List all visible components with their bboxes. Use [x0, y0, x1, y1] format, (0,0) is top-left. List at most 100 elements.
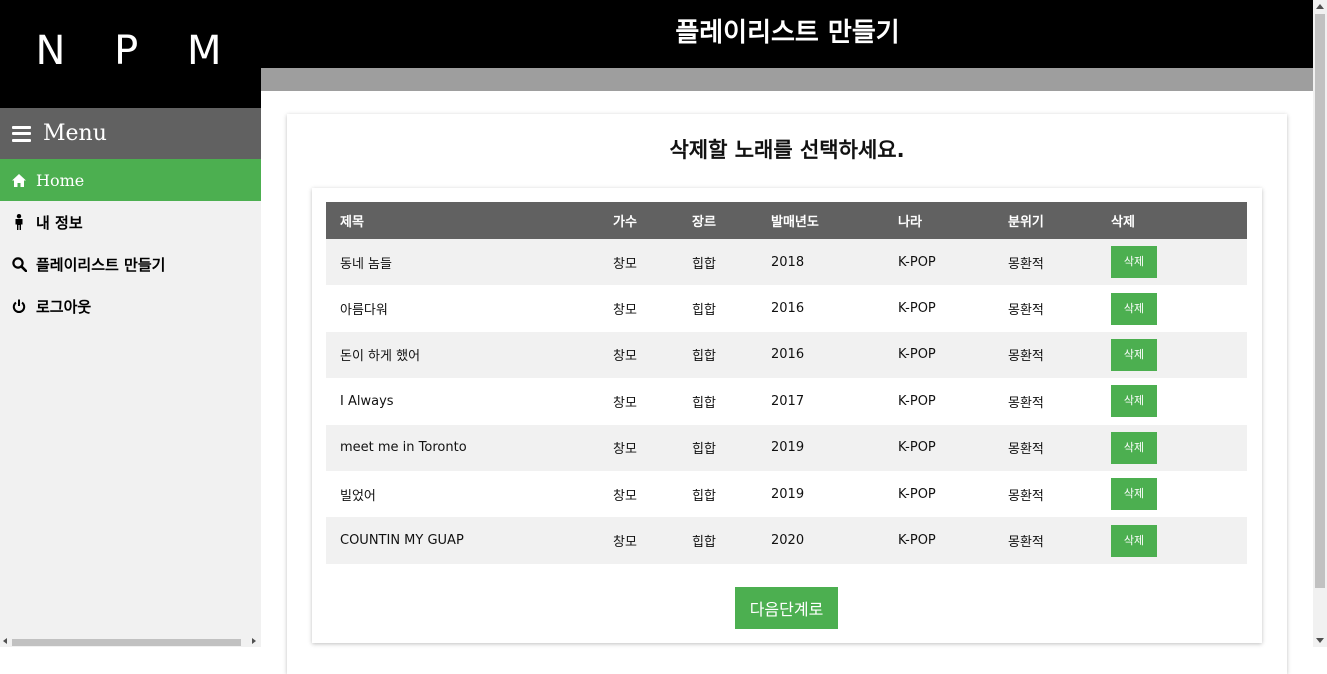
song-title: 동네 놈들 — [326, 239, 613, 286]
table-row: 빌었어 창모 힙합 2019 K-POP 몽환적 삭제 — [326, 470, 1247, 518]
delete-button[interactable]: 삭제 — [1111, 338, 1157, 371]
next-step-button[interactable]: 다음단계로 — [735, 587, 838, 629]
scroll-up-icon[interactable] — [1316, 4, 1324, 9]
song-artist: 창모 — [613, 378, 692, 425]
song-genre: 힙합 — [692, 239, 771, 286]
song-mood: 몽환적 — [1008, 239, 1111, 286]
delete-button[interactable]: 삭제 — [1111, 478, 1157, 511]
hamburger-icon[interactable] — [12, 125, 31, 142]
song-year: 2017 — [771, 378, 898, 425]
vertical-scrollbar[interactable] — [1313, 0, 1327, 647]
song-country: K-POP — [898, 424, 1008, 471]
song-artist: 창모 — [613, 331, 692, 379]
sidebar-item-home[interactable]: Home — [0, 159, 261, 201]
column-header-year: 발매년도 — [771, 202, 898, 239]
song-genre: 힙합 — [692, 331, 771, 379]
sidebar-item-logout[interactable]: 로그아웃 — [0, 285, 261, 327]
sidebar-item-label: 로그아웃 — [36, 297, 92, 316]
column-header-genre: 장르 — [692, 202, 771, 239]
scroll-right-icon[interactable] — [252, 638, 256, 644]
song-genre: 힙합 — [692, 285, 771, 332]
delete-button[interactable]: 삭제 — [1111, 292, 1157, 325]
song-title: 빌었어 — [326, 470, 613, 518]
song-mood: 몽환적 — [1008, 378, 1111, 425]
delete-button[interactable]: 삭제 — [1111, 524, 1157, 557]
delete-cell: 삭제 — [1111, 285, 1247, 332]
table-row: I Always 창모 힙합 2017 K-POP 몽환적 삭제 — [326, 378, 1247, 425]
delete-cell: 삭제 — [1111, 239, 1247, 286]
delete-button[interactable]: 삭제 — [1111, 431, 1157, 464]
delete-cell: 삭제 — [1111, 378, 1247, 425]
song-title: I Always — [326, 378, 613, 425]
sidebar-item-make-playlist[interactable]: 플레이리스트 만들기 — [0, 243, 261, 285]
song-artist: 창모 — [613, 470, 692, 518]
power-icon — [11, 298, 27, 314]
header-divider — [261, 68, 1314, 91]
song-genre: 힙합 — [692, 424, 771, 471]
column-header-title: 제목 — [326, 202, 613, 239]
song-mood: 몽환적 — [1008, 470, 1111, 518]
song-country: K-POP — [898, 285, 1008, 332]
song-mood: 몽환적 — [1008, 331, 1111, 379]
home-icon — [11, 172, 27, 188]
person-icon — [11, 214, 27, 230]
table-row: 동네 놈들 창모 힙합 2018 K-POP 몽환적 삭제 — [326, 239, 1247, 286]
delete-cell: 삭제 — [1111, 517, 1247, 564]
content-card: 삭제할 노래를 선택하세요. 제목 가수 장르 발매년도 나라 분위기 삭제 동… — [287, 114, 1287, 674]
scroll-down-icon[interactable] — [1316, 638, 1324, 643]
delete-button[interactable]: 삭제 — [1111, 246, 1157, 279]
song-genre: 힙합 — [692, 517, 771, 564]
page-title: 플레이리스트 만들기 — [675, 17, 900, 48]
song-mood: 몽환적 — [1008, 424, 1111, 471]
sidebar-item-my-info[interactable]: 내 정보 — [0, 201, 261, 243]
table-header-row: 제목 가수 장르 발매년도 나라 분위기 삭제 — [326, 202, 1247, 239]
sidebar-item-label: Home — [36, 170, 85, 190]
song-table: 제목 가수 장르 발매년도 나라 분위기 삭제 동네 놈들 창모 힙합 2018… — [326, 202, 1247, 564]
table-row: 돈이 하게 했어 창모 힙합 2016 K-POP 몽환적 삭제 — [326, 331, 1247, 379]
song-genre: 힙합 — [692, 470, 771, 518]
song-year: 2019 — [771, 424, 898, 471]
song-country: K-POP — [898, 470, 1008, 518]
table-row: COUNTIN MY GUAP 창모 힙합 2020 K-POP 몽환적 삭제 — [326, 517, 1247, 564]
horizontal-scrollbar[interactable] — [0, 636, 261, 647]
scroll-left-icon[interactable] — [3, 638, 7, 644]
song-year: 2016 — [771, 285, 898, 332]
column-header-artist: 가수 — [613, 202, 692, 239]
table-row: meet me in Toronto 창모 힙합 2019 K-POP 몽환적 … — [326, 424, 1247, 471]
delete-cell: 삭제 — [1111, 331, 1247, 379]
delete-button[interactable]: 삭제 — [1111, 385, 1157, 418]
scrollbar-thumb[interactable] — [1315, 14, 1325, 588]
section-title: 삭제할 노래를 선택하세요. — [669, 138, 905, 162]
song-title: 아름다워 — [326, 285, 613, 332]
sidebar: N P M Menu Home 내 정보 플레이리스트 만들기 로그아웃 — [0, 0, 261, 647]
top-header: 플레이리스트 만들기 — [261, 0, 1314, 68]
song-country: K-POP — [898, 517, 1008, 564]
song-title: 돈이 하게 했어 — [326, 331, 613, 379]
song-country: K-POP — [898, 331, 1008, 379]
table-row: 아름다워 창모 힙합 2016 K-POP 몽환적 삭제 — [326, 285, 1247, 332]
song-artist: 창모 — [613, 517, 692, 564]
column-header-country: 나라 — [898, 202, 1008, 239]
song-genre: 힙합 — [692, 378, 771, 425]
menu-title: Menu — [43, 121, 107, 146]
menu-header: Menu — [0, 108, 261, 159]
column-header-mood: 분위기 — [1008, 202, 1111, 239]
column-header-delete: 삭제 — [1111, 202, 1247, 239]
scrollbar-thumb[interactable] — [12, 639, 241, 646]
song-artist: 창모 — [613, 285, 692, 332]
song-artist: 창모 — [613, 424, 692, 471]
song-year: 2016 — [771, 331, 898, 379]
song-year: 2018 — [771, 239, 898, 286]
sidebar-item-label: 내 정보 — [36, 213, 83, 232]
song-country: K-POP — [898, 378, 1008, 425]
delete-cell: 삭제 — [1111, 470, 1247, 518]
search-icon — [11, 256, 27, 272]
song-mood: 몽환적 — [1008, 517, 1111, 564]
sidebar-item-label: 플레이리스트 만들기 — [36, 255, 166, 274]
song-mood: 몽환적 — [1008, 285, 1111, 332]
song-year: 2020 — [771, 517, 898, 564]
song-title: meet me in Toronto — [326, 424, 613, 471]
song-table-panel: 제목 가수 장르 발매년도 나라 분위기 삭제 동네 놈들 창모 힙합 2018… — [312, 188, 1262, 643]
song-artist: 창모 — [613, 239, 692, 286]
logo: N P M — [0, 0, 261, 108]
